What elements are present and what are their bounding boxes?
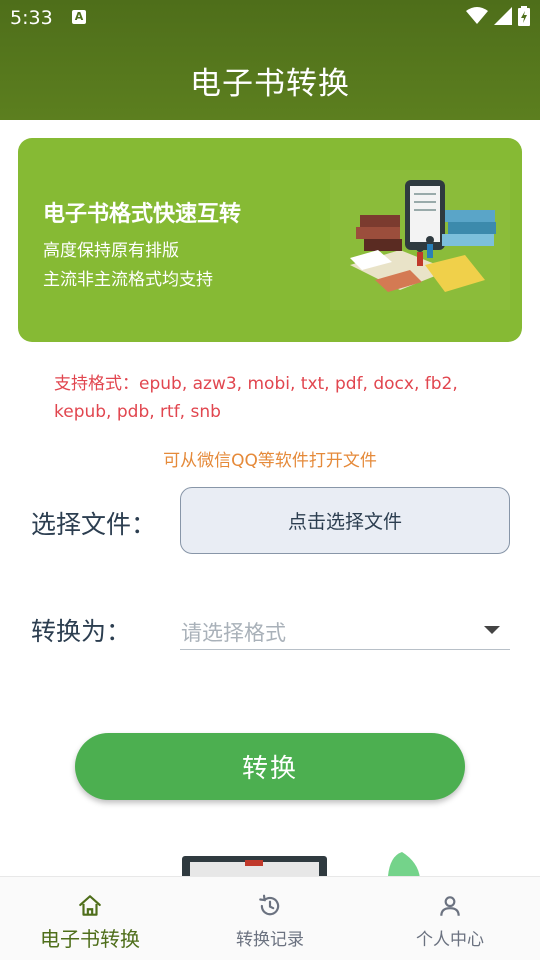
format-select[interactable]: 请选择格式 — [180, 605, 510, 650]
banner-title: 电子书格式快速互转 — [43, 202, 242, 227]
banner-line-2: 主流非主流格式均支持 — [43, 270, 213, 290]
convert-button[interactable]: 转换 — [75, 733, 465, 800]
wifi-icon — [466, 7, 488, 24]
notification-icon: A — [72, 10, 86, 24]
select-file-label: 选择文件： — [31, 510, 157, 539]
app-header: 5:33 A 电子书转换 — [0, 0, 540, 120]
format-select-placeholder: 请选择格式 — [181, 621, 286, 645]
supported-formats-text: 支持格式：epub, azw3, mobi, txt, pdf, docx, f… — [54, 374, 458, 422]
nav-item-profile[interactable]: 个人中心 — [360, 877, 540, 960]
home-icon — [79, 895, 101, 916]
select-file-button[interactable]: 点击选择文件 — [180, 487, 510, 554]
nav-item-ebook-convert[interactable]: 电子书转换 — [0, 877, 180, 960]
bottom-navigation: 电子书转换 转换记录 个人中心 — [0, 876, 540, 960]
decor-shapes-icon — [182, 852, 420, 878]
status-time: 5:33 — [10, 7, 53, 29]
promo-banner: 电子书格式快速互转 高度保持原有排版 主流非主流格式均支持 — [18, 138, 522, 342]
nav-item-history[interactable]: 转换记录 — [180, 877, 360, 960]
open-from-apps-hint: 可从微信QQ等软件打开文件 — [163, 451, 377, 471]
nav-label-history: 转换记录 — [236, 930, 304, 950]
battery-icon — [518, 6, 530, 26]
nav-label-profile: 个人中心 — [416, 930, 484, 950]
page-title: 电子书转换 — [190, 66, 350, 102]
person-icon — [440, 896, 460, 916]
decorative-illustration — [0, 848, 540, 878]
banner-line-1: 高度保持原有排版 — [43, 241, 179, 261]
nav-label-ebook-convert: 电子书转换 — [40, 927, 140, 951]
books-illustration — [330, 170, 510, 310]
convert-to-label: 转换为： — [31, 617, 132, 646]
status-bar: 5:33 A — [0, 0, 540, 36]
system-icons — [466, 6, 530, 26]
dropdown-arrow-icon — [484, 626, 500, 634]
history-icon — [259, 894, 280, 916]
signal-icon — [494, 7, 512, 25]
